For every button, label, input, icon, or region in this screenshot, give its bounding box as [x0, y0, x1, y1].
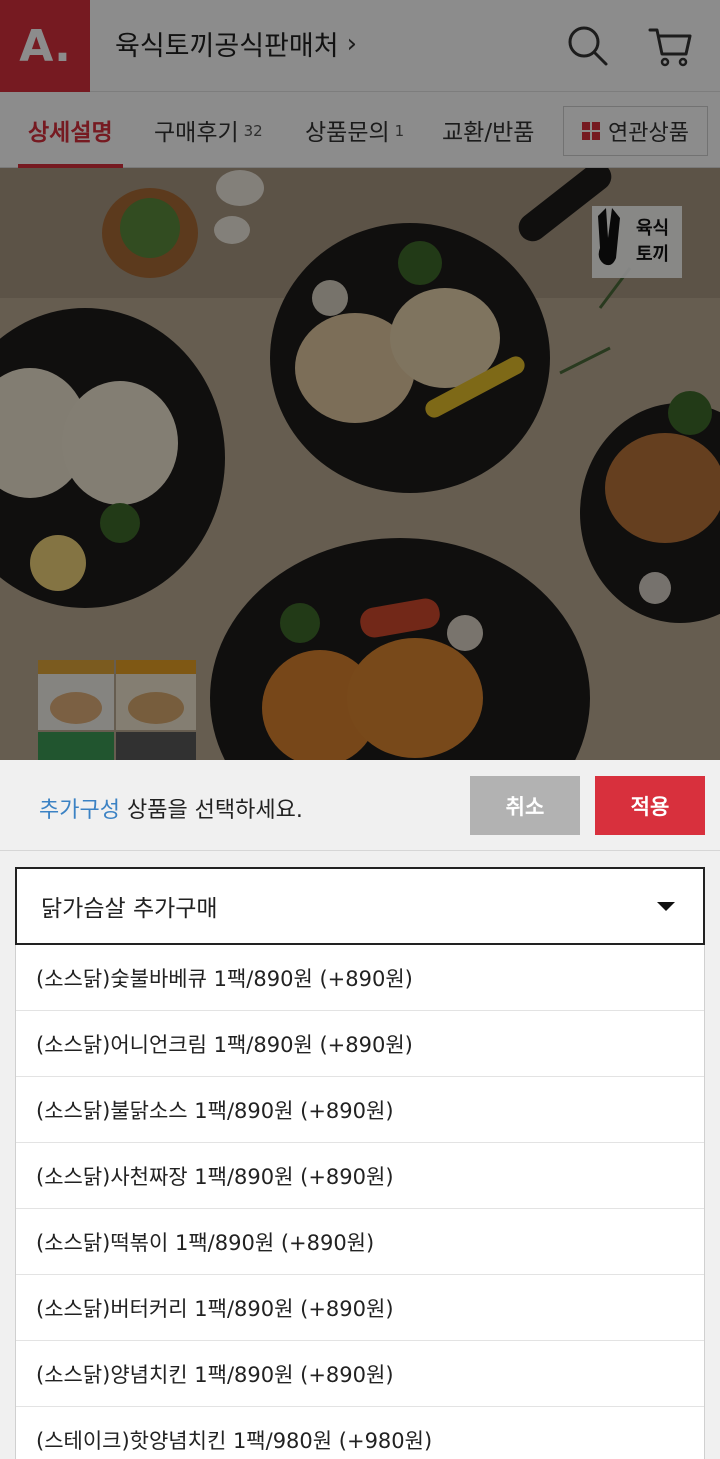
modal-backdrop[interactable]: [0, 0, 720, 760]
sheet-header: 추가구성 상품을 선택하세요. 취소 적용: [0, 760, 720, 851]
option-item[interactable]: (소스닭)사천짜장 1팩/890원 (+890원): [16, 1143, 704, 1209]
select-value: 닭가슴살 추가구매: [41, 896, 218, 922]
apply-button[interactable]: 적용: [595, 776, 705, 835]
option-item[interactable]: (소스닭)버터커리 1팩/890원 (+890원): [16, 1275, 704, 1341]
option-bottom-sheet: 추가구성 상품을 선택하세요. 취소 적용 닭가슴살 추가구매 (소스닭)숯불바…: [0, 760, 720, 1459]
caret-down-icon: [657, 902, 675, 911]
option-select[interactable]: 닭가슴살 추가구매: [15, 867, 705, 945]
cancel-button[interactable]: 취소: [470, 776, 580, 835]
option-item[interactable]: (소스닭)양념치킨 1팩/890원 (+890원): [16, 1341, 704, 1407]
option-item[interactable]: (소스닭)어니언크림 1팩/890원 (+890원): [16, 1011, 704, 1077]
sheet-prompt: 추가구성 상품을 선택하세요.: [39, 792, 303, 824]
prompt-highlight: 추가구성: [39, 798, 120, 823]
option-item[interactable]: (소스닭)떡볶이 1팩/890원 (+890원): [16, 1209, 704, 1275]
option-list: (소스닭)숯불바베큐 1팩/890원 (+890원) (소스닭)어니언크림 1팩…: [15, 945, 705, 1459]
prompt-text: 상품을 선택하세요.: [119, 798, 303, 823]
option-item[interactable]: (소스닭)숯불바베큐 1팩/890원 (+890원): [16, 945, 704, 1011]
option-item[interactable]: (스테이크)핫양념치킨 1팩/980원 (+980원): [16, 1407, 704, 1459]
option-item[interactable]: (소스닭)불닭소스 1팩/890원 (+890원): [16, 1077, 704, 1143]
